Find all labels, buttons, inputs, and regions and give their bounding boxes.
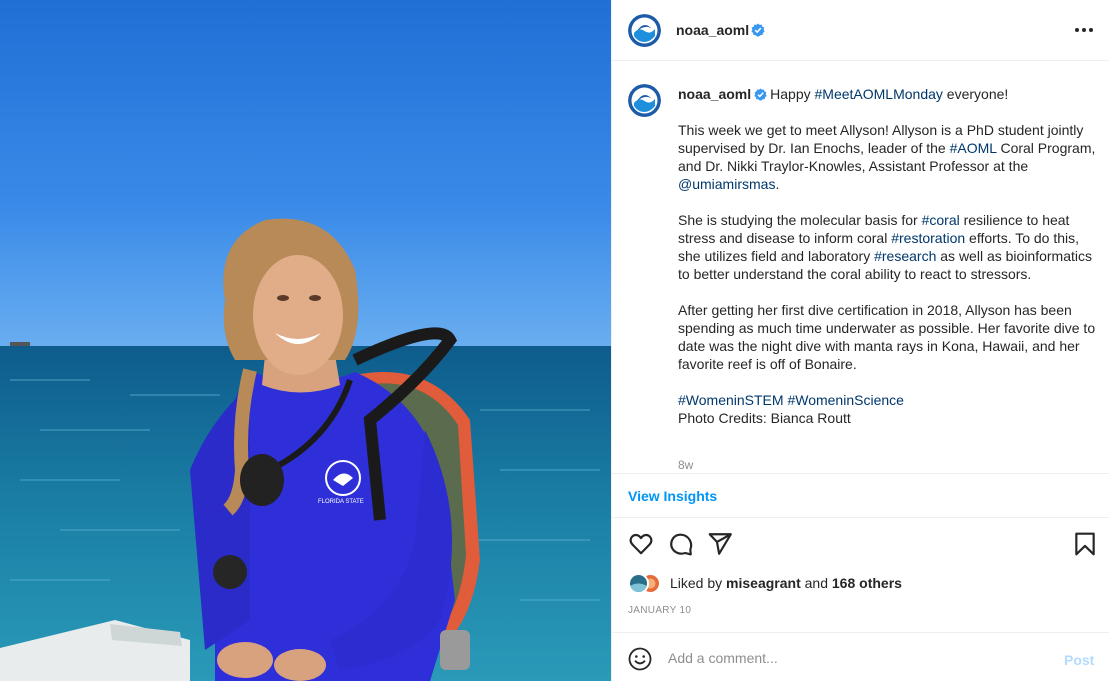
caption-text-segment: . bbox=[775, 176, 780, 192]
comment-box: Post bbox=[612, 632, 1109, 681]
noaa-logo-icon bbox=[628, 14, 661, 47]
caption-username[interactable]: noaa_aoml bbox=[678, 86, 751, 102]
noaa-logo-icon bbox=[628, 84, 661, 117]
comment-icon[interactable] bbox=[668, 531, 694, 557]
share-icon[interactable] bbox=[707, 531, 733, 557]
liker-avatar[interactable] bbox=[628, 573, 649, 594]
hashtag-link[interactable]: #coral bbox=[922, 212, 960, 228]
likes-text: Liked by miseagrant and 168 others bbox=[670, 575, 902, 591]
caption-text: noaa_aoml Happy #MeetAOMLMonday everyone!… bbox=[678, 85, 1100, 427]
caption-text-segment: everyone! bbox=[942, 86, 1009, 102]
hashtag-link[interactable]: #WomeninSTEM bbox=[678, 392, 784, 408]
hashtag-link[interactable]: #AOML bbox=[950, 140, 997, 156]
caption-timestamp[interactable]: 8w bbox=[678, 458, 693, 472]
hashtag-link[interactable]: #WomeninScience bbox=[787, 392, 903, 408]
caption-text-segment: She is studying the molecular basis for bbox=[678, 212, 922, 228]
caption-area: noaa_aoml Happy #MeetAOMLMonday everyone!… bbox=[612, 61, 1109, 473]
likes-prefix: Liked by bbox=[670, 575, 727, 591]
liker-username[interactable]: miseagrant bbox=[726, 575, 801, 591]
caption-avatar[interactable] bbox=[628, 84, 661, 117]
hashtag-link[interactable]: #MeetAOMLMonday bbox=[815, 86, 943, 102]
caption-text-segment: After getting her first dive certificati… bbox=[678, 302, 1096, 372]
more-options-icon[interactable] bbox=[1072, 20, 1096, 40]
heart-icon[interactable] bbox=[628, 531, 654, 557]
post-date[interactable]: JANUARY 10 bbox=[628, 605, 691, 616]
comment-input[interactable] bbox=[668, 646, 1048, 670]
verified-badge-icon bbox=[754, 88, 767, 101]
post-details-panel: noaa_aoml noaa_aoml Happy #MeetAOMLMonda… bbox=[611, 0, 1109, 681]
header-username[interactable]: noaa_aoml bbox=[676, 22, 749, 38]
likes-middle: and bbox=[800, 575, 832, 591]
account-avatar[interactable] bbox=[628, 14, 661, 47]
likes-row: Liked by miseagrant and 168 others bbox=[628, 572, 1098, 596]
action-bar bbox=[612, 518, 1109, 570]
post-photo[interactable]: FLORIDA STATE bbox=[0, 0, 611, 681]
hashtag-link[interactable]: #research bbox=[874, 248, 936, 264]
shirt-logo-text: FLORIDA STATE bbox=[318, 499, 364, 505]
post-comment-button[interactable]: Post bbox=[1064, 652, 1094, 668]
bookmark-icon[interactable] bbox=[1072, 531, 1098, 557]
caption-text-segment: Happy bbox=[770, 86, 815, 102]
view-insights-link[interactable]: View Insights bbox=[628, 488, 717, 504]
verified-badge-icon bbox=[751, 23, 765, 37]
photo-credit-text: Photo Credits: Bianca Routt bbox=[678, 410, 851, 426]
emoji-icon[interactable] bbox=[628, 647, 652, 671]
instagram-post: FLORIDA STATE noaa_aoml noaa_aoml Happy … bbox=[0, 0, 1109, 681]
photo-illustration: FLORIDA STATE bbox=[0, 0, 611, 681]
post-header: noaa_aoml bbox=[612, 0, 1109, 61]
liker-avatar-image bbox=[630, 575, 647, 592]
hashtag-link[interactable]: #restoration bbox=[891, 230, 965, 246]
mention-link[interactable]: @umiamirsmas bbox=[678, 176, 775, 192]
insights-row: View Insights bbox=[612, 473, 1109, 518]
others-count-link[interactable]: 168 others bbox=[832, 575, 902, 591]
